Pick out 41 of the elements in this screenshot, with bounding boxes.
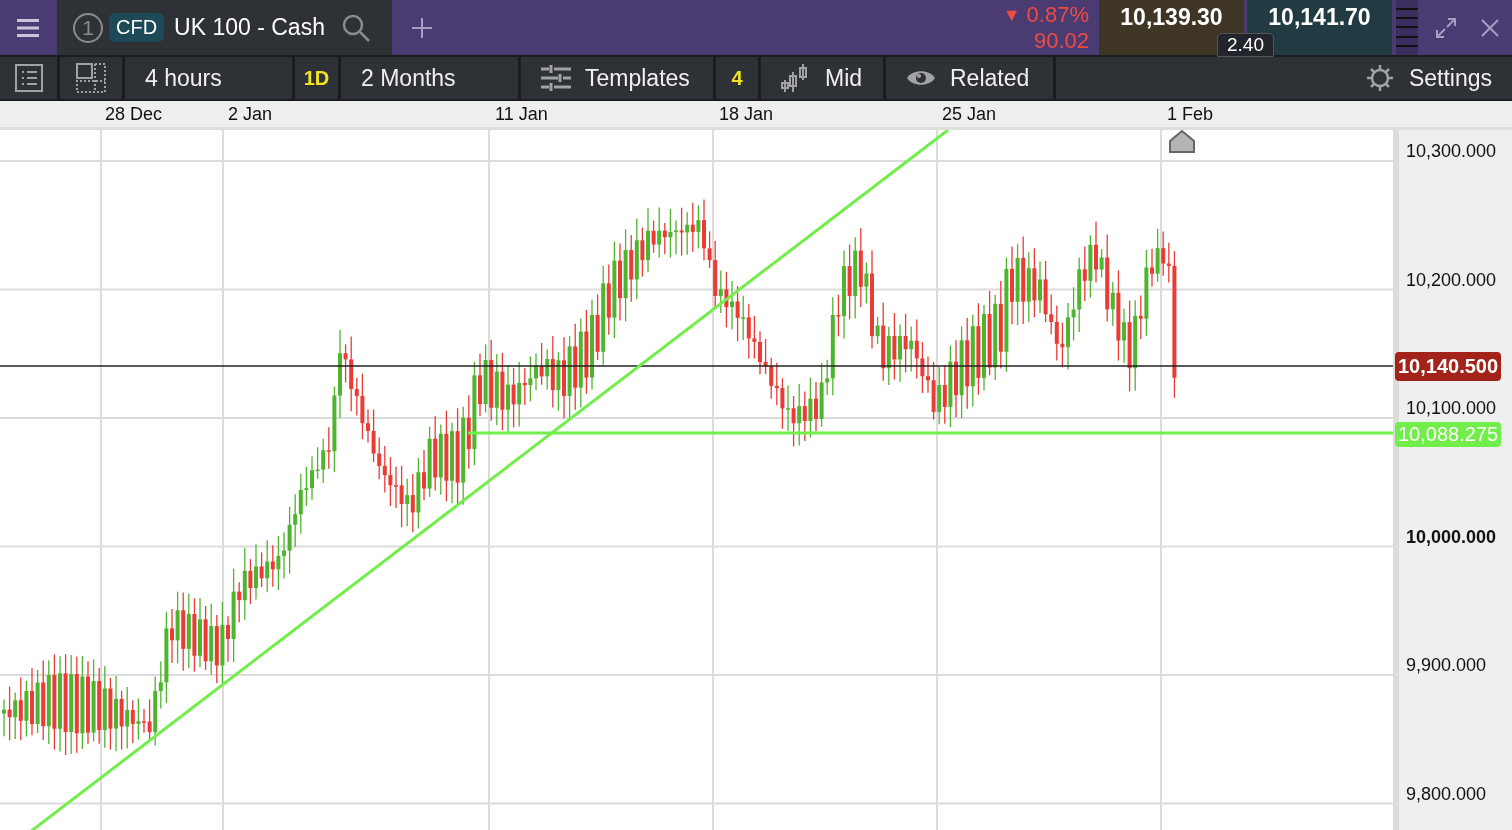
templates-button[interactable]: Templates bbox=[521, 57, 713, 99]
interval-dropdown[interactable]: 4 hours bbox=[125, 57, 292, 99]
change-percent: 0.87% bbox=[1026, 1, 1089, 28]
date-label: 25 Jan bbox=[942, 104, 997, 125]
plus-icon bbox=[412, 17, 432, 38]
price-axis-label: 9,900.000 bbox=[1406, 655, 1487, 676]
settings-button[interactable]: Settings bbox=[1344, 57, 1512, 99]
tab-number: 1 bbox=[73, 12, 103, 43]
date-label: 2 Jan bbox=[228, 104, 273, 125]
sliders-icon bbox=[541, 65, 571, 91]
settings-icon bbox=[1364, 63, 1395, 93]
price-axis-label: 9,800.000 bbox=[1406, 783, 1487, 805]
instrument-tab[interactable]: 1 CFD UK 100 - Cash bbox=[57, 0, 392, 55]
menu-icon bbox=[16, 17, 39, 38]
current-price-tag: 10,140.500 bbox=[1395, 351, 1502, 381]
drag-handle[interactable] bbox=[1396, 0, 1418, 55]
list-view-button[interactable] bbox=[0, 57, 57, 99]
range-dropdown[interactable]: 2 Months bbox=[341, 57, 518, 99]
price-axis-label: 10,300.000 bbox=[1406, 141, 1497, 162]
price-axis-label: 10,100.000 bbox=[1406, 398, 1497, 419]
search-icon[interactable] bbox=[340, 12, 371, 43]
templates-count-button[interactable]: 4 bbox=[716, 57, 758, 99]
date-label: 28 Dec bbox=[105, 104, 163, 125]
date-label: 18 Jan bbox=[719, 104, 774, 125]
list-icon bbox=[14, 64, 43, 92]
layout-button[interactable] bbox=[60, 57, 122, 99]
price-axis-label: 10,200.000 bbox=[1406, 269, 1497, 291]
date-label: 11 Jan bbox=[495, 104, 548, 125]
spread-label: 2.40 bbox=[1217, 33, 1274, 57]
instrument-title: UK 100 - Cash bbox=[174, 14, 325, 41]
date-label: 1 Feb bbox=[1167, 104, 1214, 125]
line-price-tag: 10,088.275 bbox=[1395, 422, 1502, 448]
layout-icon bbox=[76, 63, 106, 93]
change-points: 90.02 bbox=[1033, 27, 1089, 54]
trend-line[interactable] bbox=[29, 130, 949, 830]
quick-range-button[interactable]: 1D bbox=[295, 57, 338, 99]
related-button[interactable]: Related bbox=[886, 57, 1053, 99]
price-axis-label: 10,000.000 bbox=[1406, 526, 1497, 548]
market-type-badge: CFD bbox=[109, 13, 165, 42]
price-type-button[interactable]: Mid bbox=[761, 57, 883, 99]
down-arrow-icon: ▼ bbox=[1002, 1, 1021, 28]
